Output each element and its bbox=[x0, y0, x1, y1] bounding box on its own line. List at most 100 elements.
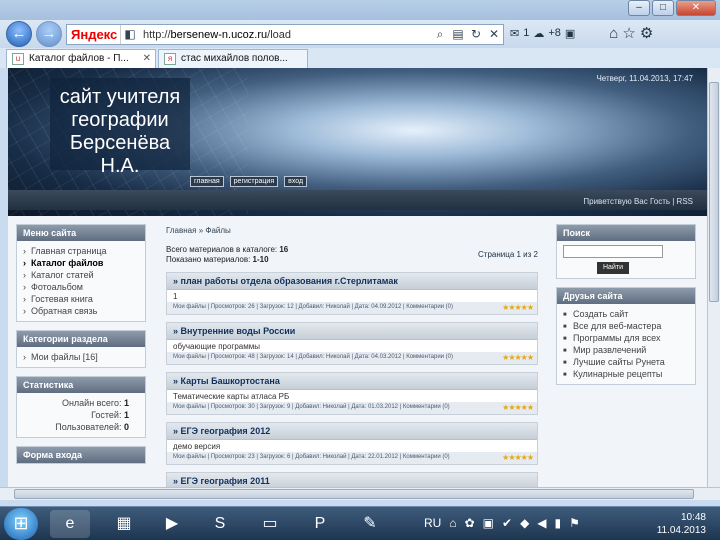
tab-strip: u Каталог файлов - П... ✕ я стас михайло… bbox=[0, 48, 720, 68]
scroll-thumb[interactable] bbox=[709, 82, 719, 302]
main-content: Главная » Файлы Всего материалов в катал… bbox=[166, 226, 538, 487]
vertical-scrollbar[interactable] bbox=[707, 68, 720, 487]
title-bar: ‒ □ ✕ bbox=[0, 0, 720, 20]
start-button[interactable]: ⊞ bbox=[4, 508, 38, 540]
pagination[interactable]: Страница 1 из 2 bbox=[478, 250, 538, 259]
flag-icon[interactable]: ⚑ bbox=[569, 516, 580, 530]
entry-title[interactable]: » Внутренние воды России bbox=[167, 323, 537, 340]
close-tab-icon[interactable]: ✕ bbox=[143, 50, 151, 67]
calculator-taskbar-icon[interactable]: ▦ bbox=[104, 510, 144, 538]
file-entry: » ЕГЭ география 2011 bbox=[166, 472, 538, 487]
volume-icon[interactable]: ◀ bbox=[537, 516, 546, 530]
stat-users: Пользователей: 0 bbox=[55, 422, 129, 432]
minimize-button[interactable]: ‒ bbox=[628, 0, 650, 16]
site-favicon-icon: u bbox=[12, 53, 24, 65]
powerpoint-taskbar-icon[interactable]: P bbox=[300, 510, 340, 538]
tray-icon[interactable]: ▣ bbox=[483, 516, 494, 530]
nav-register[interactable]: регистрация bbox=[229, 176, 279, 187]
friend-link[interactable]: Кулинарные рецепты bbox=[563, 368, 689, 381]
friend-link[interactable]: Лучшие сайты Рунета bbox=[563, 356, 689, 369]
tab-music[interactable]: я стас михайлов полов... bbox=[158, 49, 308, 68]
greeting: Приветствую Вас Гость | RSS bbox=[583, 197, 693, 206]
url-field[interactable]: Яндекс ◧ http://bersenew-n.ucoz.ru/load … bbox=[66, 24, 504, 45]
menu-item-articles[interactable]: Каталог статей bbox=[23, 269, 139, 281]
back-button[interactable]: ← bbox=[6, 21, 32, 47]
breadcrumb: Главная » Файлы bbox=[166, 226, 231, 235]
refresh-icon[interactable]: ↻ bbox=[467, 25, 485, 44]
tray-icon[interactable]: ◆ bbox=[520, 516, 529, 530]
close-button[interactable]: ✕ bbox=[676, 0, 716, 16]
skype-taskbar-icon[interactable]: S bbox=[200, 510, 240, 538]
entry-title[interactable]: » ЕГЭ география 2011 bbox=[167, 473, 537, 487]
paint-taskbar-icon[interactable]: ✎ bbox=[350, 510, 390, 538]
tab-catalog[interactable]: u Каталог файлов - П... ✕ bbox=[6, 49, 156, 68]
weather-temp: +8 bbox=[548, 27, 561, 39]
yandex-favicon-icon: я bbox=[164, 53, 176, 65]
forward-button[interactable]: → bbox=[36, 21, 62, 47]
explorer-taskbar-icon[interactable]: ▭ bbox=[250, 510, 290, 538]
categories-title: Категории раздела bbox=[17, 331, 145, 347]
stat-online: Онлайн всего: 1 bbox=[61, 398, 129, 408]
entry-desc: демо версия bbox=[173, 442, 221, 451]
clock[interactable]: 10:48 11.04.2013 bbox=[657, 511, 706, 537]
nav-login[interactable]: вход bbox=[284, 176, 308, 187]
search-input[interactable] bbox=[563, 245, 663, 258]
file-entry: » Внутренние воды России обучающие прогр… bbox=[166, 322, 538, 365]
file-entry: » ЕГЭ география 2012 демо версия Мои фай… bbox=[166, 422, 538, 465]
rating-stars-icon: ★★★★★ bbox=[502, 403, 534, 412]
friends-block: Друзья сайта Создать сайт Все для веб-ма… bbox=[556, 287, 696, 385]
left-sidebar: Меню сайта Главная страница Каталог файл… bbox=[16, 224, 146, 472]
entry-title[interactable]: » Карты Башкортостана bbox=[167, 373, 537, 390]
ie-taskbar-icon[interactable]: e bbox=[50, 510, 90, 538]
stop-icon[interactable]: ✕ bbox=[485, 25, 503, 44]
media-player-taskbar-icon[interactable]: ▶ bbox=[152, 510, 192, 538]
site-header: сайт учителя географии Берсенёва Н.А. Че… bbox=[8, 68, 707, 216]
login-title: Форма входа bbox=[17, 447, 145, 463]
language-indicator[interactable]: RU bbox=[424, 516, 441, 530]
nav-home[interactable]: главная bbox=[190, 176, 224, 187]
tray-icon[interactable]: ✿ bbox=[465, 516, 475, 530]
bookmark-icon[interactable]: ▣ bbox=[565, 27, 575, 40]
maximize-button[interactable]: □ bbox=[652, 0, 674, 16]
gear-icon[interactable]: ⚙ bbox=[640, 24, 653, 42]
home-icon[interactable]: ⌂ bbox=[609, 25, 618, 42]
friend-link[interactable]: Все для веб-мастера bbox=[563, 320, 689, 333]
tray-icon[interactable]: ✔ bbox=[502, 516, 512, 530]
mail-icon[interactable]: ✉ bbox=[510, 27, 519, 40]
menu-item-guestbook[interactable]: Гостевая книга bbox=[23, 293, 139, 305]
yandex-logo: Яндекс bbox=[67, 25, 121, 44]
menu-item-files[interactable]: Каталог файлов bbox=[23, 257, 139, 269]
entry-meta: Мои файлы | Просмотров: 26 | Загрузок: 1… bbox=[167, 302, 537, 314]
favorites-icon[interactable]: ☆ bbox=[622, 24, 635, 42]
friend-link[interactable]: Создать сайт bbox=[563, 308, 689, 321]
tray-icon[interactable]: ⌂ bbox=[449, 516, 456, 530]
menu-item-photo[interactable]: Фотоальбом bbox=[23, 281, 139, 293]
categories-block: Категории раздела Мои файлы [16] bbox=[16, 330, 146, 368]
menu-item-feedback[interactable]: Обратная связь bbox=[23, 305, 139, 317]
search-button[interactable]: Найти bbox=[597, 262, 629, 274]
friend-link[interactable]: Программы для всех bbox=[563, 332, 689, 345]
category-item[interactable]: Мои файлы [16] bbox=[23, 351, 139, 363]
browser-window: ‒ □ ✕ ← → Яндекс ◧ http://bersenew-n.uco… bbox=[0, 0, 720, 506]
entry-title[interactable]: » план работы отдела образования г.Стерл… bbox=[167, 273, 537, 290]
header-nav: главная регистрация вход bbox=[190, 176, 308, 187]
breadcrumb-home[interactable]: Главная bbox=[166, 226, 196, 235]
menu-item-home[interactable]: Главная страница bbox=[23, 245, 139, 257]
site-title: сайт учителя географии Берсенёва Н.А. bbox=[50, 78, 190, 177]
url-text[interactable]: http://bersenew-n.ucoz.ru/load bbox=[139, 29, 431, 41]
horizontal-scrollbar[interactable] bbox=[0, 487, 720, 500]
rating-stars-icon: ★★★★★ bbox=[502, 303, 534, 312]
network-icon[interactable]: ▮ bbox=[555, 516, 562, 530]
hscroll-thumb[interactable] bbox=[14, 489, 694, 499]
entry-desc: 1 bbox=[173, 292, 178, 301]
mail-count: 1 bbox=[523, 27, 530, 39]
menu-title: Меню сайта bbox=[17, 225, 145, 241]
search-icon[interactable]: ⌕ bbox=[431, 25, 449, 44]
taskbar: ⊞ e ▦ ▶ S ▭ P ✎ RU ⌂ ✿ ▣ ✔ ◆ ◀ ▮ ⚑ 10:48… bbox=[0, 506, 720, 540]
friend-link[interactable]: Мир развлечений bbox=[563, 344, 689, 357]
entry-title[interactable]: » ЕГЭ география 2012 bbox=[167, 423, 537, 440]
compat-icon[interactable]: ▤ bbox=[449, 25, 467, 44]
breadcrumb-current: Файлы bbox=[205, 226, 231, 235]
entry-desc: Тематические карты атласа РБ bbox=[173, 392, 290, 401]
page-icon: ◧ bbox=[124, 27, 136, 41]
